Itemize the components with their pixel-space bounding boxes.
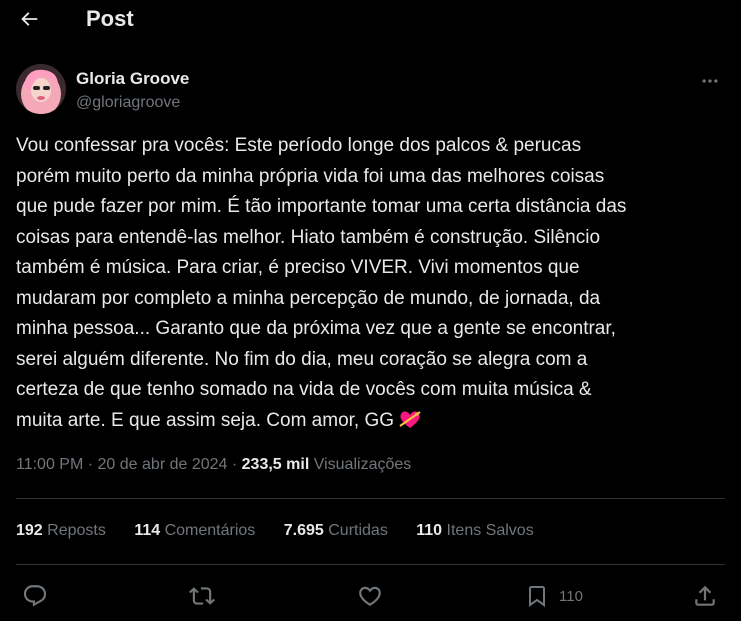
likes-label: Curtidas xyxy=(328,522,388,539)
post-date[interactable]: 20 de abr de 2024 xyxy=(98,456,228,473)
views-label: Visualizações xyxy=(313,456,412,473)
comments-count: 114 xyxy=(134,522,161,539)
comments-label: Comentários xyxy=(164,522,256,539)
saves-stat[interactable]: 110 Itens Salvos xyxy=(416,522,533,540)
tweet-text: Vou confessar pra vocês: Este período lo… xyxy=(16,131,728,440)
back-button[interactable] xyxy=(14,4,44,34)
divider xyxy=(16,498,725,499)
saves-count: 110 xyxy=(416,522,443,539)
reposts-stat[interactable]: 192 Reposts xyxy=(16,522,106,540)
post-meta: 11:00 PM · 20 de abr de 2024 · 233,5 mil… xyxy=(16,456,411,474)
post-time[interactable]: 11:00 PM xyxy=(16,456,83,473)
author-row: Gloria Groove @gloriagroove xyxy=(16,64,725,120)
author-name[interactable]: Gloria Groove xyxy=(76,69,189,89)
share-button[interactable] xyxy=(692,578,718,614)
share-icon xyxy=(695,585,715,606)
reply-button[interactable] xyxy=(22,578,48,614)
more-horizontal-icon xyxy=(702,79,718,83)
divider xyxy=(16,564,725,565)
likes-count: 7.695 xyxy=(283,522,324,539)
meta-separator: · xyxy=(231,456,238,473)
author-handle[interactable]: @gloriagroove xyxy=(76,94,180,112)
like-button[interactable] xyxy=(357,578,383,614)
more-options-button[interactable] xyxy=(695,66,725,96)
heart-icon xyxy=(359,586,381,606)
action-bar: 110 xyxy=(0,578,741,614)
reposts-count: 192 xyxy=(16,522,43,539)
repost-button[interactable] xyxy=(189,578,215,614)
tweet-body: Vou confessar pra vocês: Este período lo… xyxy=(16,135,627,431)
bookmark-button[interactable]: 110 xyxy=(525,578,583,614)
likes-stat[interactable]: 7.695 Curtidas xyxy=(284,522,388,540)
comments-stat[interactable]: 114 Comentários xyxy=(134,522,255,540)
page-title: Post xyxy=(86,6,134,31)
top-bar: Post xyxy=(0,0,741,38)
reposts-label: Reposts xyxy=(47,522,106,539)
bookmark-icon xyxy=(529,586,545,607)
views-count: 233,5 mil xyxy=(241,456,310,473)
reply-icon xyxy=(23,585,47,607)
repost-icon xyxy=(189,587,215,605)
bookmark-count: 110 xyxy=(559,587,583,605)
arrow-left-icon xyxy=(21,12,38,26)
meta-separator: · xyxy=(87,456,94,473)
engagement-stats: 192 Reposts 114 Comentários 7.695 Curtid… xyxy=(16,522,558,540)
saves-label: Itens Salvos xyxy=(446,522,534,539)
avatar[interactable] xyxy=(16,64,66,114)
heart-with-arrow-icon xyxy=(398,408,422,441)
